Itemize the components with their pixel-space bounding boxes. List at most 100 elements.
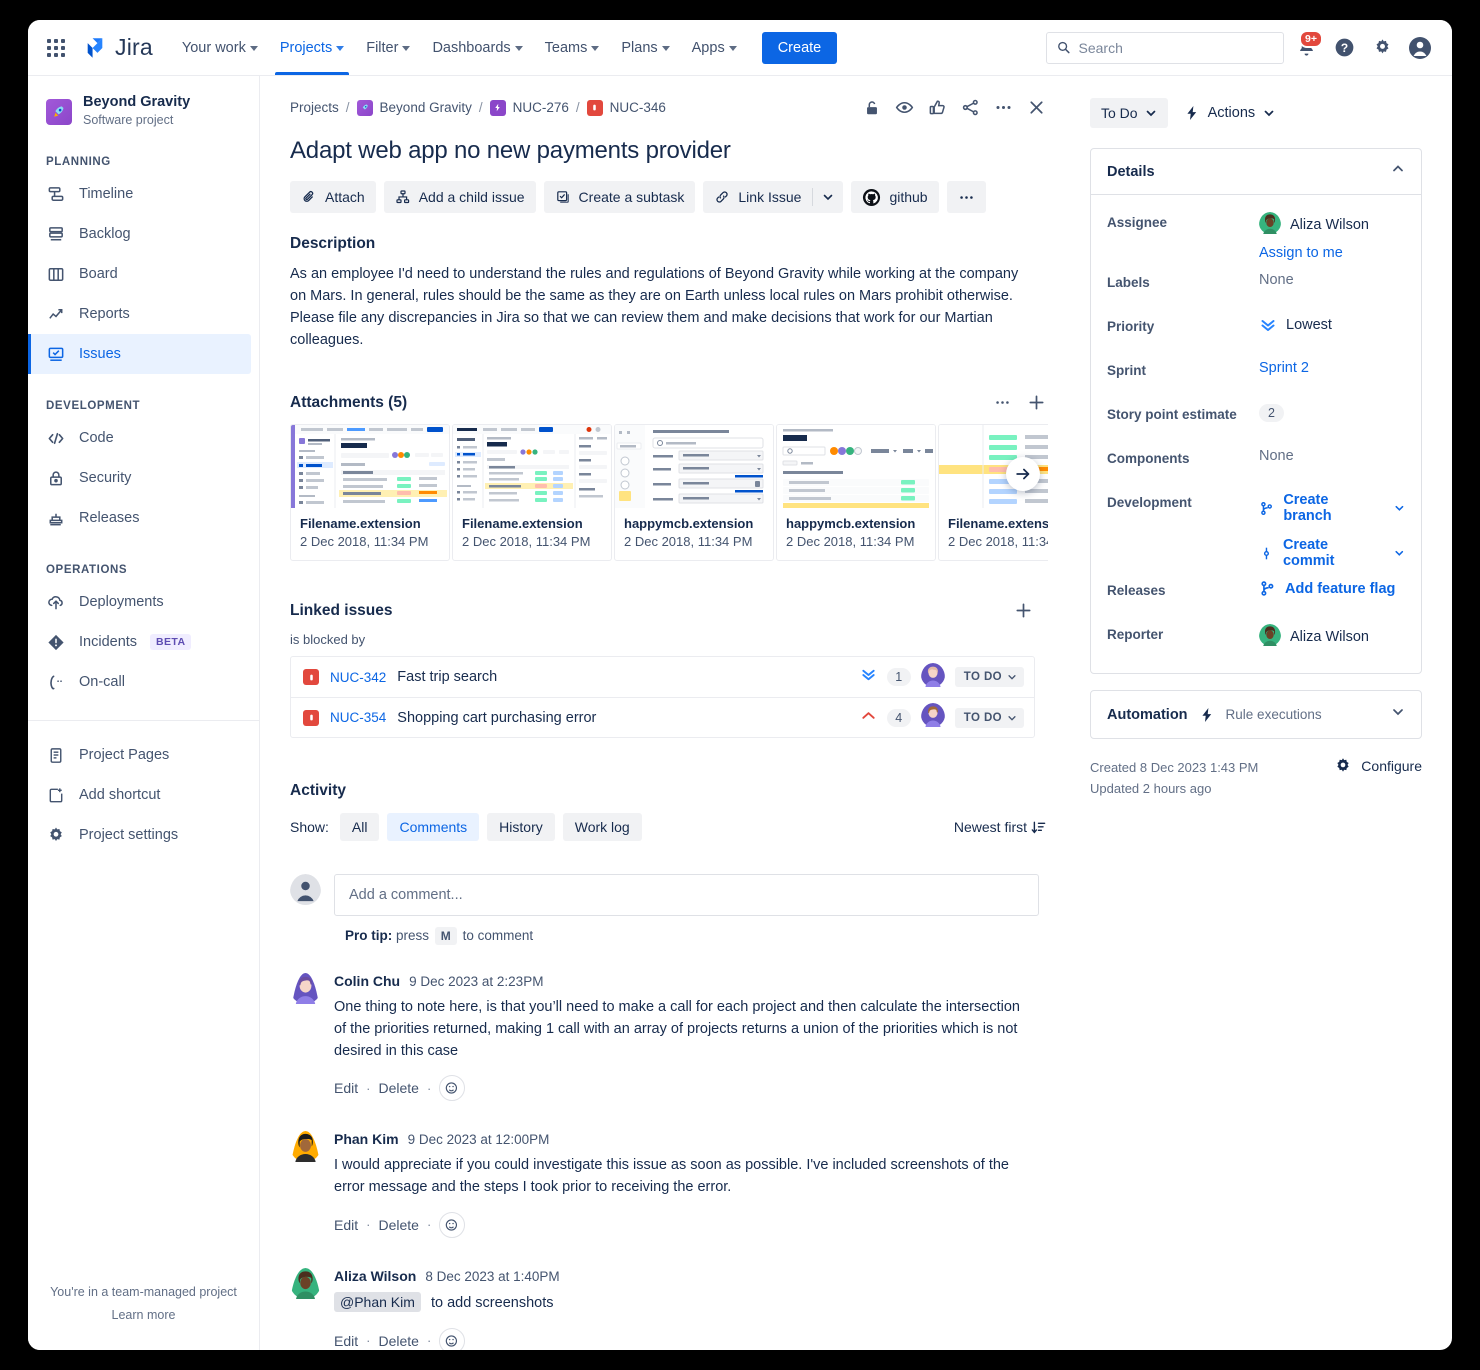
comment-edit-link[interactable]: Edit: [334, 1080, 358, 1096]
add-child-issue-button[interactable]: Add a child issue: [384, 181, 536, 213]
create-commit-row[interactable]: Create commit: [1259, 537, 1405, 569]
nav-filter[interactable]: Filter: [355, 20, 421, 75]
sidebar-item-board[interactable]: Board: [28, 254, 251, 294]
nav-dashboards[interactable]: Dashboards: [421, 20, 533, 75]
project-header[interactable]: Beyond Gravity Software project: [28, 90, 259, 130]
unlock-icon[interactable]: [863, 99, 881, 117]
attachment-card[interactable]: happymcb.extension 2 Dec 2018, 11:34 PM: [776, 424, 936, 561]
apps-grid-icon[interactable]: [40, 32, 72, 64]
labels-value[interactable]: None: [1259, 272, 1294, 288]
global-search[interactable]: [1046, 32, 1284, 64]
sidebar-item-security[interactable]: Security: [28, 458, 251, 498]
chevron-down-icon[interactable]: [813, 191, 843, 203]
nav-plans[interactable]: Plans: [610, 20, 680, 75]
attachments-next-button[interactable]: [1006, 457, 1040, 491]
attachment-card[interactable]: Filename.extension 2 Dec 2018, 11:34 PM: [938, 424, 1048, 561]
actions-dropdown[interactable]: Actions: [1184, 105, 1276, 121]
thumbs-up-icon[interactable]: [928, 98, 947, 117]
linked-issue-row[interactable]: NUC-342 Fast trip search 1 TO DO: [291, 657, 1034, 697]
comment-input-wrapper[interactable]: [334, 874, 1039, 916]
sidebar-item-project-settings[interactable]: Project settings: [28, 815, 251, 855]
learn-more-link[interactable]: Learn more: [38, 1304, 249, 1328]
sidebar-item-backlog[interactable]: Backlog: [28, 214, 251, 254]
add-feature-flag-label[interactable]: Add feature flag: [1285, 581, 1395, 597]
nav-your-work[interactable]: Your work: [171, 20, 269, 75]
chevron-down-icon[interactable]: [1394, 547, 1405, 559]
linked-issue-key[interactable]: NUC-354: [330, 710, 386, 725]
sort-toggle[interactable]: Newest first: [954, 819, 1046, 835]
sidebar-item-issues[interactable]: Issues: [28, 334, 251, 374]
nav-apps[interactable]: Apps: [681, 20, 748, 75]
comment-edit-link[interactable]: Edit: [334, 1333, 358, 1349]
add-reaction-icon[interactable]: [439, 1212, 465, 1238]
comment-delete-link[interactable]: Delete: [378, 1333, 418, 1349]
breadcrumb-epic[interactable]: NUC-276: [513, 100, 569, 115]
filter-history[interactable]: History: [487, 813, 555, 841]
linked-issue-row[interactable]: NUC-354 Shopping cart purchasing error 4: [291, 697, 1034, 737]
search-input[interactable]: [1079, 40, 1274, 56]
add-reaction-icon[interactable]: [439, 1075, 465, 1101]
details-card-header[interactable]: Details: [1091, 149, 1421, 195]
breadcrumb-project[interactable]: Beyond Gravity: [380, 100, 472, 115]
filter-all[interactable]: All: [340, 813, 380, 841]
attachments-more-icon[interactable]: [994, 394, 1011, 411]
jira-logo[interactable]: Jira: [82, 34, 153, 61]
help-button[interactable]: ?: [1328, 32, 1360, 64]
components-value[interactable]: None: [1259, 448, 1294, 464]
sprint-value[interactable]: Sprint 2: [1259, 360, 1309, 376]
add-linked-issue-icon[interactable]: [1014, 601, 1033, 620]
filter-work-log[interactable]: Work log: [563, 813, 642, 841]
comment-delete-link[interactable]: Delete: [378, 1217, 418, 1233]
attachment-card[interactable]: Filename.extension 2 Dec 2018, 11:34 PM: [290, 424, 450, 561]
create-subtask-button[interactable]: Create a subtask: [544, 181, 696, 213]
sidebar-item-project-pages[interactable]: Project Pages: [28, 735, 251, 775]
story-points-value[interactable]: 2: [1259, 404, 1284, 422]
create-branch-label[interactable]: Create branch: [1283, 492, 1371, 524]
automation-card[interactable]: Automation Rule executions: [1090, 690, 1422, 739]
share-icon[interactable]: [961, 98, 980, 117]
comment-delete-link[interactable]: Delete: [378, 1080, 418, 1096]
sidebar-item-timeline[interactable]: Timeline: [28, 174, 251, 214]
priority-value[interactable]: Lowest: [1286, 317, 1332, 333]
status-badge[interactable]: TO DO: [955, 708, 1024, 728]
status-badge[interactable]: TO DO: [955, 667, 1024, 687]
sidebar-item-deployments[interactable]: Deployments: [28, 582, 251, 622]
add-reaction-icon[interactable]: [439, 1328, 465, 1350]
create-commit-label[interactable]: Create commit: [1283, 537, 1372, 569]
linked-issue-key[interactable]: NUC-342: [330, 670, 386, 685]
description-text[interactable]: As an employee I'd need to understand th…: [290, 263, 1035, 351]
sidebar-item-code[interactable]: Code: [28, 418, 251, 458]
add-feature-flag-row[interactable]: Add feature flag: [1259, 580, 1395, 597]
sidebar-item-reports[interactable]: Reports: [28, 294, 251, 334]
eye-icon[interactable]: [895, 98, 914, 117]
assign-to-me-link[interactable]: Assign to me: [1259, 245, 1369, 261]
filter-comments[interactable]: Comments: [387, 813, 479, 841]
github-button[interactable]: github: [851, 181, 938, 213]
nav-projects[interactable]: Projects: [269, 20, 355, 75]
sidebar-item-incidents[interactable]: Incidents BETA: [28, 622, 251, 662]
notifications-button[interactable]: 9+: [1290, 32, 1322, 64]
nav-teams[interactable]: Teams: [534, 20, 611, 75]
attachment-card[interactable]: happymcb.extension 2 Dec 2018, 11:34 PM: [614, 424, 774, 561]
attachment-card[interactable]: Filename.extension 2 Dec 2018, 11:34 PM: [452, 424, 612, 561]
sidebar-item-on-call[interactable]: On-call: [28, 662, 251, 702]
create-button[interactable]: Create: [762, 32, 838, 64]
more-actions-button[interactable]: [947, 181, 986, 213]
sidebar-item-releases[interactable]: Releases: [28, 498, 251, 538]
profile-avatar[interactable]: [1404, 32, 1436, 64]
close-icon[interactable]: [1027, 98, 1046, 117]
more-icon[interactable]: [994, 98, 1013, 117]
breadcrumb-issue[interactable]: NUC-346: [610, 100, 666, 115]
comment-edit-link[interactable]: Edit: [334, 1217, 358, 1233]
chevron-down-icon[interactable]: [1391, 705, 1405, 724]
comment-input[interactable]: [349, 887, 1024, 903]
mention-chip[interactable]: @Phan Kim: [334, 1292, 421, 1312]
attach-button[interactable]: Attach: [290, 181, 376, 213]
settings-button[interactable]: [1366, 32, 1398, 64]
sidebar-item-add-shortcut[interactable]: Add shortcut: [28, 775, 251, 815]
create-branch-row[interactable]: Create branch: [1259, 492, 1405, 524]
chevron-up-icon[interactable]: [1391, 162, 1405, 181]
configure-button[interactable]: Configure: [1334, 757, 1422, 775]
link-issue-button[interactable]: Link Issue: [703, 181, 812, 213]
chevron-down-icon[interactable]: [1394, 502, 1405, 514]
